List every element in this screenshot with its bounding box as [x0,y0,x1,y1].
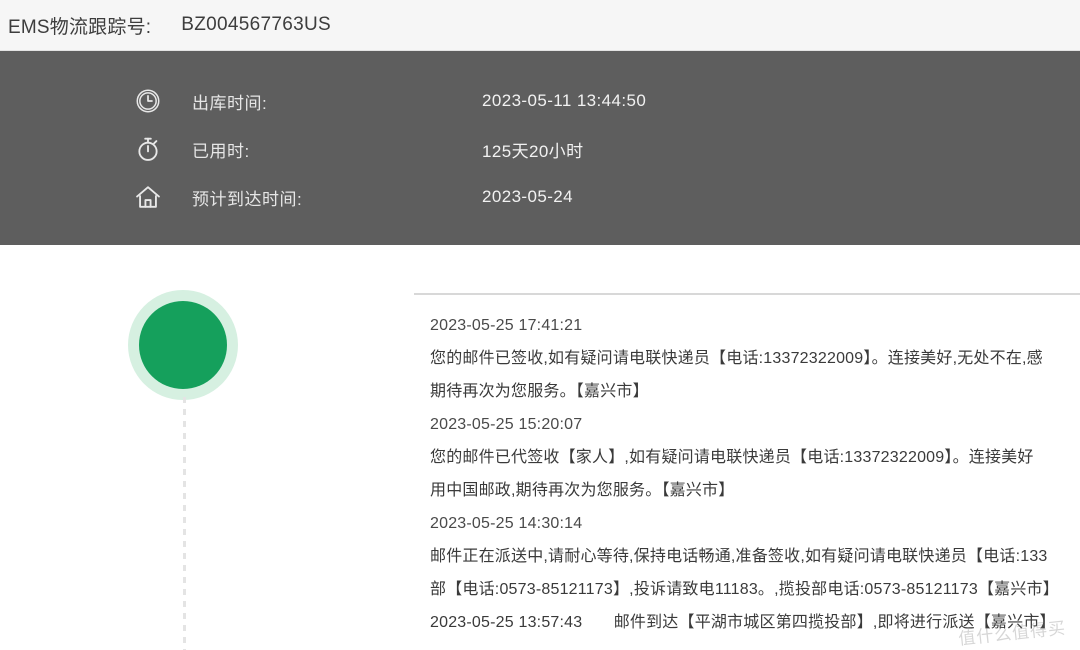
event-description-line: 邮件到达【平湖市城区第四揽投部】,即将进行派送【嘉兴市】 [613,614,1056,631]
event-timestamp: 2023-05-25 17:41:21 [430,317,583,334]
event-description-line: 部【电话:0573-85121173】,投诉请致电11183。,揽投部电话:05… [430,581,1059,598]
summary-row-dispatch-time: 出库时间: 2023-05-11 13:44:50 [0,77,1080,125]
summary-row-elapsed-time: 已用时: 125天20小时 [0,125,1080,173]
tracking-label: EMS物流跟踪号: [8,16,152,38]
shipment-summary-panel: 出库时间: 2023-05-11 13:44:50 已用时: 125天20小时 … [0,51,1080,245]
tracking-event-item[interactable]: 2023-05-25 17:41:21 您的邮件已签收,如有疑问请电联快递员【电… [414,309,1080,408]
event-description-line: 期待再次为您服务。【嘉兴市】 [430,383,649,400]
timeline-rail [128,290,238,400]
summary-label-dispatch-time: 出库时间: [192,93,268,113]
timeline-connector-line [183,397,186,650]
page-header: EMS物流跟踪号: BZ004567763US [0,0,1080,51]
tracking-number-value[interactable]: BZ004567763US [181,14,331,36]
event-description-line: 邮件正在派送中,请耐心等待,保持电话畅通,准备签收,如有疑问请电联快递员【电话:… [430,548,1048,565]
event-timestamp: 2023-05-25 13:57:43 [430,614,583,631]
tracking-events-list: 2023-05-25 17:41:21 您的邮件已签收,如有疑问请电联快递员【电… [414,293,1080,650]
summary-value-eta: 2023-05-24 [482,187,573,206]
summary-value-dispatch-time: 2023-05-11 13:44:50 [482,91,647,110]
tracking-event-item[interactable]: 2023-05-25 14:30:14 邮件正在派送中,请耐心等待,保持电话畅通… [414,507,1080,606]
summary-label-elapsed-time: 已用时: [192,141,250,161]
event-description-line: 用中国邮政,期待再次为您服务。【嘉兴市】 [430,482,735,499]
event-description-line: 您的邮件已代签收【家人】,如有疑问请电联快递员【电话:13372322009】。… [430,449,1034,466]
current-status-marker[interactable] [128,290,238,400]
clock-icon [134,87,174,115]
status-dot [139,301,227,389]
home-icon [134,183,174,211]
timeline-body: 2023-05-25 17:41:21 您的邮件已签收,如有疑问请电联快递员【电… [0,245,1080,650]
event-timestamp: 2023-05-25 14:30:14 [430,515,583,532]
event-timestamp: 2023-05-25 15:20:07 [430,416,583,433]
tracking-event-item[interactable]: 2023-05-25 15:20:07 您的邮件已代签收【家人】,如有疑问请电联… [414,408,1080,507]
event-description-line: 您的邮件已签收,如有疑问请电联快递员【电话:13372322009】。连接美好,… [430,350,1043,367]
stopwatch-icon [134,135,174,163]
summary-label-eta: 预计到达时间: [192,189,303,209]
summary-value-elapsed-time: 125天20小时 [482,141,584,161]
summary-row-eta: 预计到达时间: 2023-05-24 [0,173,1080,221]
tracking-event-item[interactable]: 2023-05-25 13:57:43 邮件到达【平湖市城区第四揽投部】,即将进… [414,606,1080,639]
